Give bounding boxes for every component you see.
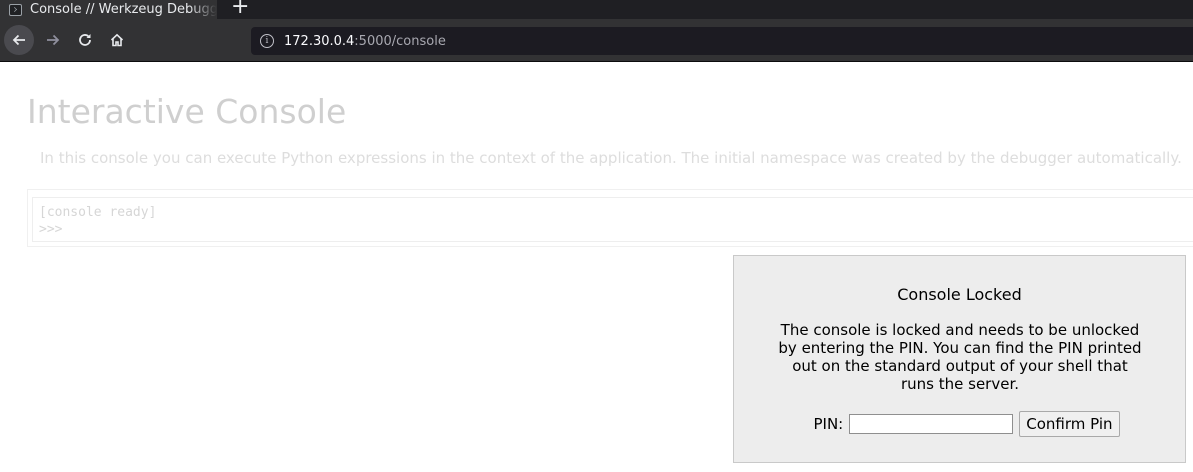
pin-form: PIN: Confirm Pin: [734, 411, 1185, 437]
intro-text: In this console you can execute Python e…: [40, 149, 1182, 167]
console-locked-dialog: Console Locked The console is locked and…: [733, 255, 1186, 463]
reload-button[interactable]: [70, 25, 100, 55]
tab-strip: Console // Werkzeug Debugger +: [0, 0, 1193, 19]
terminal-icon: [9, 3, 22, 16]
home-button[interactable]: [102, 25, 132, 55]
dialog-message: The console is locked and needs to be un…: [778, 321, 1142, 393]
page-title: Interactive Console: [27, 92, 347, 131]
forward-arrow-icon: [47, 34, 60, 46]
back-arrow-icon: [12, 34, 25, 46]
reload-icon: [79, 34, 91, 46]
console-prompt: >>>: [39, 222, 63, 237]
address-bar[interactable]: i 172.30.0.4:5000/console: [251, 27, 1193, 55]
confirm-pin-button[interactable]: Confirm Pin: [1019, 411, 1120, 437]
home-icon: [110, 33, 124, 47]
tab-title: Console // Werkzeug Debugger: [30, 2, 217, 17]
browser-toolbar: i 172.30.0.4:5000/console: [0, 19, 1193, 62]
console-line: [console ready]: [39, 205, 157, 220]
pin-label: PIN:: [813, 415, 844, 433]
info-icon[interactable]: i: [260, 34, 274, 48]
dialog-title: Console Locked: [897, 285, 1022, 304]
new-tab-button[interactable]: +: [231, 0, 249, 18]
url-path: :5000/console: [354, 33, 446, 49]
console-output: [console ready] >>>: [32, 197, 1193, 242]
back-button[interactable]: [4, 25, 34, 55]
url-host: 172.30.0.4: [284, 33, 355, 49]
pin-input[interactable]: [849, 414, 1014, 434]
browser-tab[interactable]: Console // Werkzeug Debugger: [0, 0, 217, 19]
forward-button[interactable]: [38, 25, 68, 55]
